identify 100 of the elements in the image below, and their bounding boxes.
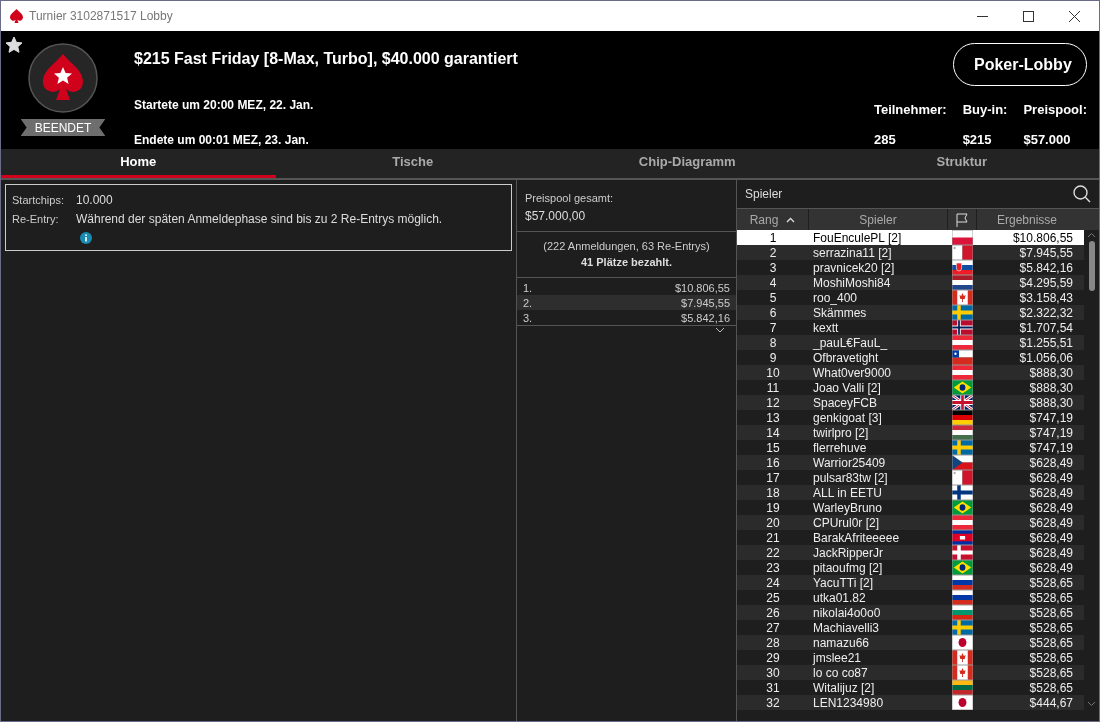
result-cell-text: $888,30	[1028, 364, 1074, 382]
player-row[interactable]: 18 ALL in EETU $628,49	[737, 485, 1084, 500]
player-name: flerrehuve	[812, 440, 868, 457]
player-row[interactable]: 4 MoshiMoshi84 $4.295,59	[737, 275, 1084, 290]
player-row[interactable]: 24 YacuTTi [2] $528,65	[737, 575, 1084, 590]
player-name: Joao Valli [2]	[812, 379, 882, 397]
tab[interactable]: Chip-Diagramm	[550, 149, 825, 178]
result-cell-text: $747,19	[1028, 439, 1074, 457]
star-icon[interactable]	[6, 37, 22, 53]
player-row[interactable]: 10 What0ver9000 $888,30	[737, 365, 1084, 380]
player-name: lo co co87	[812, 665, 869, 682]
result-cell-text: $528,65	[1028, 604, 1074, 622]
paid-places-text: 41 Plätze bezahlt.	[579, 255, 674, 270]
flag-icon	[952, 260, 973, 275]
flag-icon	[952, 575, 973, 590]
result-cell-text: $888,30	[1028, 379, 1074, 397]
result-cell-text: $628,49	[1028, 484, 1074, 502]
player-name: YacuTTi [2]	[812, 575, 875, 592]
player-row[interactable]: 6 Skämmes $2.322,32	[737, 305, 1084, 320]
results-column-header[interactable]: Ergebnisse	[977, 209, 1077, 230]
result-cell-text: $10.806,55	[1011, 229, 1074, 247]
flag-column-icon[interactable]	[955, 212, 969, 227]
stat-value: 285	[873, 130, 897, 149]
maximize-icon[interactable]	[1023, 10, 1034, 22]
result-cell-text: $628,49	[1028, 529, 1074, 547]
player-name: Witalijuz [2]	[812, 679, 876, 697]
rank-cell-text: 30	[765, 664, 781, 682]
stat-label: Buy-in:	[962, 101, 1008, 119]
start-time: Startete um 20:00 MEZ, 22. Jan.	[134, 97, 315, 114]
rank-cell-text: 22	[765, 544, 781, 562]
prizepool-label: Preispool gesamt:	[525, 191, 615, 206]
flag-icon	[952, 290, 973, 305]
flag-icon	[952, 455, 973, 470]
scroll-down-icon[interactable]	[1087, 701, 1096, 707]
payout-amount: $5.842,16	[681, 310, 730, 325]
tournament-title: $215 Fast Friday [8-Max, Turbo], $40.000 garantiert	[134, 49, 518, 69]
player-name: CPUrul0r [2]	[812, 515, 881, 532]
flag-icon	[952, 635, 973, 650]
tab[interactable]: Home	[1, 149, 276, 178]
player-row[interactable]: 30 lo co co87 $528,65	[737, 665, 1084, 680]
player-name: _pauL€FauL_	[812, 334, 889, 352]
rank-cell-text: 21	[765, 529, 781, 547]
player-name: twirlpro [2]	[812, 425, 870, 442]
rank-cell-text: 17	[765, 469, 781, 487]
player-row[interactable]: 8 _pauL€FauL_ $1.255,51	[737, 335, 1084, 350]
tab[interactable]: Tische	[275, 149, 550, 178]
sort-up-icon[interactable]	[786, 216, 796, 223]
close-icon[interactable]	[1069, 10, 1080, 22]
result-cell-text: $1.255,51	[1018, 334, 1074, 352]
info-icon[interactable]	[80, 231, 92, 244]
player-name: JackRipperJr	[812, 544, 885, 562]
result-cell-text: $747,19	[1028, 424, 1074, 442]
result-cell-text: $528,65	[1028, 619, 1074, 637]
player-row[interactable]: 26 nikolai4o0o0 $528,65	[737, 605, 1084, 620]
result-cell-text: $5.842,16	[1018, 259, 1074, 277]
flag-icon	[952, 470, 973, 485]
player-name: FouEnculePL [2]	[812, 229, 903, 247]
result-cell-text: $2.322,32	[1018, 304, 1074, 322]
rank-cell-text: 9	[768, 349, 778, 367]
player-row[interactable]: 22 JackRipperJr $628,49	[737, 545, 1084, 560]
player-row[interactable]: 16 Warrior25409 $628,49	[737, 455, 1084, 470]
player-row[interactable]: 20 CPUrul0r [2] $628,49	[737, 515, 1084, 530]
result-cell-text: $444,67	[1028, 694, 1074, 712]
chevron-down-icon[interactable]	[714, 325, 726, 334]
flag-icon	[952, 365, 973, 380]
player-search-field[interactable]: Spieler	[745, 185, 1073, 203]
player-name: jmslee21	[811, 649, 863, 667]
result-cell-text: $628,49	[1028, 559, 1074, 577]
player-row[interactable]: 28 namazu66 $528,65	[737, 635, 1084, 650]
info-label: Startchips:	[12, 193, 65, 208]
rank-cell-text: 26	[765, 604, 781, 622]
flag-icon	[952, 620, 973, 635]
player-row[interactable]: 14 twirlpro [2] $747,19	[737, 425, 1084, 440]
player-row[interactable]: 32 LEN1234980 $444,67	[737, 695, 1084, 710]
search-icon[interactable]	[1073, 185, 1091, 203]
flag-icon	[952, 500, 973, 515]
scroll-up-icon[interactable]	[1087, 232, 1096, 238]
player-name: genkigoat [3]	[812, 410, 883, 427]
rank-cell-text: 24	[765, 574, 781, 592]
result-cell-text: $3.158,43	[1018, 289, 1074, 307]
result-cell-text: $747,19	[1028, 409, 1074, 427]
rank-cell-text: 29	[765, 649, 781, 667]
player-name: WarleyBruno	[812, 499, 883, 517]
player-row[interactable]: 1 FouEnculePL [2] $10.806,55	[737, 230, 1084, 245]
player-name: Machiavelli3	[812, 619, 881, 637]
flag-icon	[952, 665, 973, 680]
rank-cell-text: 10	[765, 364, 781, 382]
flag-icon	[952, 380, 973, 395]
result-cell-text: $4.295,59	[1018, 274, 1074, 292]
result-cell-text: $1.707,54	[1018, 319, 1074, 337]
flag-icon	[952, 605, 973, 620]
rank-cell-text: 20	[765, 514, 781, 532]
rank-cell-text: 2	[768, 244, 778, 262]
result-cell-text: $528,65	[1028, 649, 1074, 667]
scrollbar-thumb[interactable]	[1088, 241, 1095, 291]
player-row[interactable]: 12 SpaceyFCB $888,30	[737, 395, 1084, 410]
tab[interactable]: Struktur	[824, 149, 1099, 178]
player-name: Warrior25409	[812, 454, 887, 472]
player-row[interactable]: 2 serrazina11 [2] $7.945,55	[737, 245, 1084, 260]
rank-cell-text: 3	[768, 259, 778, 277]
